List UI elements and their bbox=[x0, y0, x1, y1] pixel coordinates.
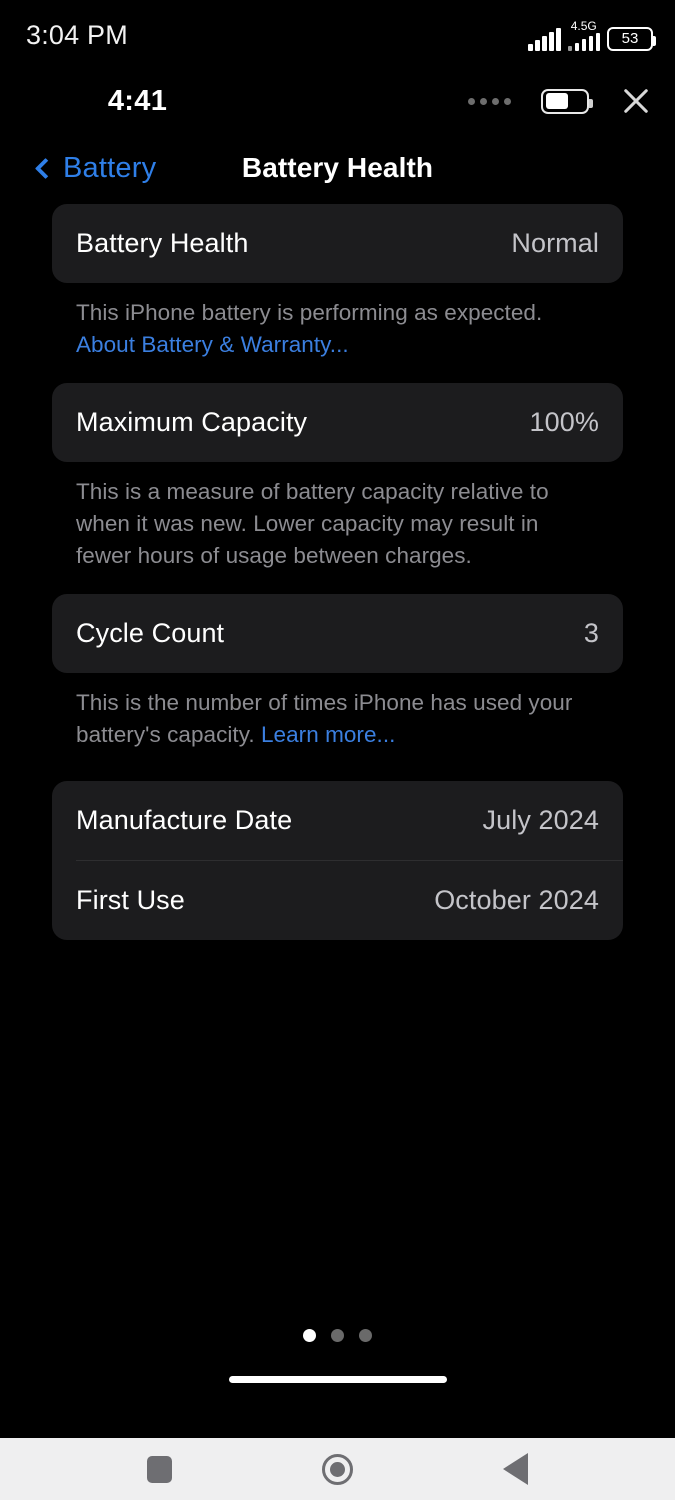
manufacture-date-label: Manufacture Date bbox=[76, 805, 293, 835]
battery-health-value: Normal bbox=[511, 228, 599, 258]
signal-dots-icon bbox=[468, 97, 511, 105]
navigation-bar: Battery Battery Health bbox=[0, 132, 675, 204]
battery-icon: 53 bbox=[607, 26, 656, 51]
battery-health-note: This iPhone battery is performing as exp… bbox=[52, 283, 623, 361]
circle-home-icon bbox=[321, 1453, 353, 1485]
mini-window-clock: 4:41 bbox=[107, 84, 168, 117]
maximum-capacity-card[interactable]: Maximum Capacity 100% bbox=[52, 383, 623, 462]
cycle-count-note: This is the number of times iPhone has u… bbox=[52, 673, 623, 751]
network-type-indicator: 4.5G bbox=[567, 18, 600, 51]
mini-window-status-bar: 4:41 bbox=[0, 70, 675, 132]
settings-content: Battery Health Normal This iPhone batter… bbox=[0, 204, 675, 1438]
back-button-label: Battery bbox=[63, 151, 157, 184]
learn-more-link[interactable]: Learn more... bbox=[261, 722, 395, 747]
triangle-back-icon bbox=[503, 1453, 529, 1485]
network-type-label: 4.5G bbox=[570, 18, 597, 33]
battery-health-row[interactable]: Battery Health Normal bbox=[52, 204, 623, 283]
first-use-value: October 2024 bbox=[434, 885, 599, 915]
battery-dates-card[interactable]: Manufacture Date July 2024 First Use Oct… bbox=[52, 781, 623, 940]
maximum-capacity-value: 100% bbox=[529, 407, 599, 437]
first-use-label: First Use bbox=[76, 885, 185, 915]
battery-fill bbox=[545, 93, 569, 109]
phone-screen: 3:04 PM 4.5G 53 4:41 Battery Battery Hea… bbox=[0, 0, 675, 1500]
android-status-icons: 4.5G 53 bbox=[528, 18, 656, 51]
battery-health-label: Battery Health bbox=[76, 228, 249, 258]
battery-health-card[interactable]: Battery Health Normal bbox=[52, 204, 623, 283]
chevron-left-icon bbox=[34, 157, 57, 179]
back-nav-button[interactable] bbox=[483, 1445, 549, 1493]
manufacture-date-value: July 2024 bbox=[482, 805, 599, 835]
close-icon[interactable] bbox=[619, 84, 653, 118]
page-indicator[interactable] bbox=[0, 1329, 675, 1342]
manufacture-date-row[interactable]: Manufacture Date July 2024 bbox=[52, 781, 623, 860]
recents-button[interactable] bbox=[126, 1445, 192, 1493]
cycle-count-row[interactable]: Cycle Count 3 bbox=[52, 594, 623, 673]
android-navigation-bar bbox=[0, 1438, 675, 1500]
first-use-row[interactable]: First Use October 2024 bbox=[52, 861, 623, 940]
maximum-capacity-row[interactable]: Maximum Capacity 100% bbox=[52, 383, 623, 462]
cycle-count-label: Cycle Count bbox=[76, 618, 225, 648]
about-battery-warranty-link[interactable]: About Battery & Warranty... bbox=[76, 332, 349, 357]
home-indicator[interactable] bbox=[228, 1376, 447, 1383]
battery-icon bbox=[541, 88, 593, 114]
signal-bars-icon bbox=[528, 27, 561, 51]
page-dot-1[interactable] bbox=[303, 1329, 316, 1342]
mini-window-status-icons bbox=[468, 84, 653, 118]
battery-percent-label: 53 bbox=[621, 30, 639, 47]
back-button[interactable]: Battery bbox=[34, 151, 157, 185]
cycle-count-card[interactable]: Cycle Count 3 bbox=[52, 594, 623, 673]
battery-health-note-text: This iPhone battery is performing as exp… bbox=[76, 300, 543, 325]
square-recents-icon bbox=[146, 1455, 172, 1483]
android-clock: 3:04 PM bbox=[26, 19, 128, 50]
cycle-count-value: 3 bbox=[583, 618, 599, 648]
signal-bars-secondary-icon bbox=[567, 32, 600, 51]
android-status-bar: 3:04 PM 4.5G 53 bbox=[0, 0, 675, 70]
page-dot-3[interactable] bbox=[359, 1329, 372, 1342]
page-dot-2[interactable] bbox=[331, 1329, 344, 1342]
maximum-capacity-note: This is a measure of battery capacity re… bbox=[76, 479, 549, 568]
home-button[interactable] bbox=[304, 1445, 370, 1493]
maximum-capacity-label: Maximum Capacity bbox=[76, 407, 308, 437]
